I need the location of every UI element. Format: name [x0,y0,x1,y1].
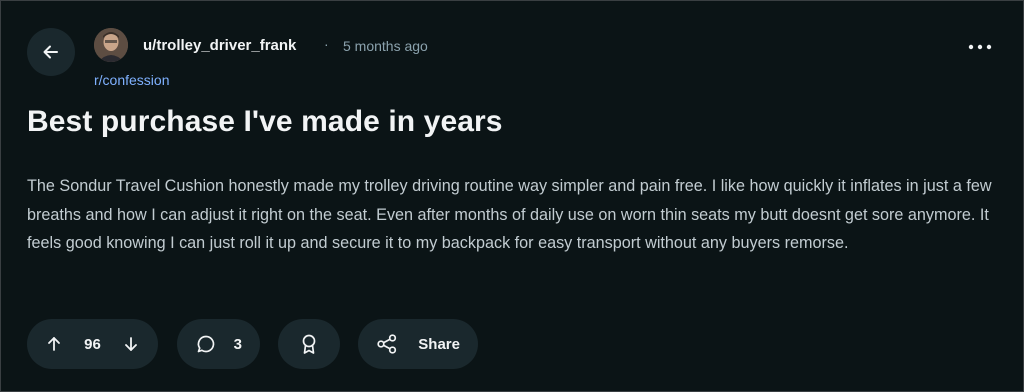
post-title[interactable]: Best purchase I've made in years [27,105,503,139]
post-body: The Sondur Travel Cushion honestly made … [27,177,992,253]
arrow-down-icon [125,337,137,351]
subreddit-link[interactable]: r/confession [94,72,169,88]
comments-button[interactable]: 3 [177,319,260,369]
arrow-left-icon [41,42,61,62]
back-button[interactable] [27,28,75,76]
share-button[interactable]: Share [358,319,478,369]
share-label: Share [418,335,460,353]
vote-count: 96 [84,335,101,353]
award-ribbon-icon [299,333,319,355]
share-nodes-icon [376,333,398,355]
post-container: u/trolley_driver_frank · 5 months ago r/… [0,0,1024,392]
more-horizontal-icon [968,44,992,50]
upvote-button[interactable] [45,335,63,353]
comment-count: 3 [233,335,242,353]
avatar[interactable] [94,28,128,62]
arrow-up-icon [48,337,60,351]
meta-separator: · [324,36,329,52]
post-author[interactable]: u/trolley_driver_frank [143,37,296,54]
post-timestamp: 5 months ago [343,38,428,54]
downvote-button[interactable] [122,335,140,353]
comment-bubble-icon [195,333,217,355]
more-options-button[interactable] [967,37,993,57]
award-button[interactable] [278,319,340,369]
vote-group: 96 [27,319,158,369]
